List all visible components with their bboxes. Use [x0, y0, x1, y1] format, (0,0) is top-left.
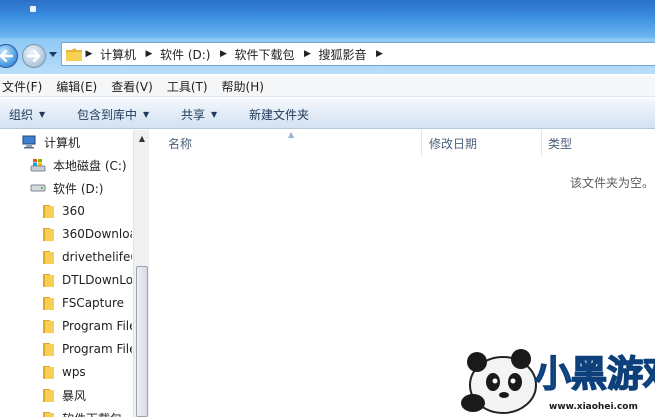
- tree-label: 软件 (D:): [53, 181, 104, 196]
- tree-item-computer[interactable]: 计算机: [22, 131, 80, 153]
- chevron-right-icon[interactable]: ▶: [142, 49, 156, 59]
- tree-label: FSCapture: [62, 296, 125, 310]
- folder-icon: [43, 227, 54, 241]
- column-header-label: 类型: [548, 136, 573, 151]
- tree-label: 暴风: [62, 388, 87, 403]
- breadcrumb-label: 软件 (D:): [160, 47, 211, 62]
- share-button[interactable]: 共享 ▼: [181, 106, 217, 123]
- navigation-pane: 计算机 本地磁盘 (C:) 软件 (D:) 360 360Downloa drive…: [0, 130, 149, 417]
- breadcrumb-current-folder[interactable]: 搜狐影音 ▶: [315, 43, 387, 65]
- tree-label: 本地磁盘 (C:): [53, 158, 127, 173]
- window-menu-icon[interactable]: [30, 6, 36, 12]
- back-button[interactable]: [0, 44, 18, 68]
- folder-icon: [43, 365, 54, 379]
- forward-arrow-icon: [27, 50, 41, 62]
- tree-item-drive-c[interactable]: 本地磁盘 (C:): [30, 154, 127, 176]
- watermark-url: www.xiaohei.com: [549, 402, 638, 412]
- folder-icon: [43, 296, 54, 310]
- scroll-up-arrow-icon[interactable]: ▲: [134, 130, 150, 146]
- breadcrumb-label: 计算机: [100, 47, 137, 62]
- folder-icon: [43, 204, 54, 218]
- folder-icon: [43, 411, 54, 417]
- tree-label: 360: [62, 204, 85, 218]
- menu-help[interactable]: 帮助(H): [220, 78, 270, 95]
- tree-item-folder[interactable]: Program File: [42, 338, 132, 360]
- system-drive-icon: [30, 159, 46, 172]
- menu-bar: 文件(F) 编辑(E) 查看(V) 工具(T) 帮助(H): [0, 76, 655, 97]
- tree-item-folder[interactable]: 360: [42, 200, 132, 222]
- column-header-label: 名称: [168, 136, 193, 151]
- command-bar: 组织 ▼ 包含到库中 ▼ 共享 ▼ 新建文件夹: [0, 98, 655, 129]
- tree-item-folder[interactable]: DTLDownLo: [42, 269, 132, 291]
- navigation-scrollbar[interactable]: ▲: [133, 130, 149, 417]
- folder-icon: [43, 250, 54, 264]
- folder-icon: [43, 342, 54, 356]
- tree-item-folder[interactable]: drivethelife6: [42, 246, 132, 268]
- tree-item-drive-d[interactable]: 软件 (D:): [30, 177, 103, 199]
- chevron-right-icon: ▶: [85, 49, 93, 59]
- breadcrumb-drive-d[interactable]: 软件 (D:) ▶: [156, 43, 230, 65]
- window-titlebar: [0, 0, 655, 38]
- tree-label: wps: [62, 365, 86, 379]
- chevron-down-icon: ▼: [143, 110, 150, 119]
- column-header-label: 修改日期: [429, 136, 478, 151]
- tree-label: drivethelife6: [62, 250, 132, 264]
- drive-icon: [30, 184, 46, 192]
- menu-edit[interactable]: 编辑(E): [54, 78, 103, 95]
- breadcrumb-separator-root[interactable]: ▶: [82, 43, 96, 65]
- empty-folder-message: 该文件夹为空。: [570, 176, 655, 190]
- recent-pages-chevron-icon[interactable]: [49, 52, 57, 58]
- column-header-type[interactable]: 类型: [542, 130, 655, 156]
- breadcrumb-label: 软件下载包: [234, 47, 295, 62]
- address-bar[interactable]: ▶ 计算机 ▶ 软件 (D:) ▶ 软件下载包 ▶ 搜狐影音 ▶: [61, 42, 655, 66]
- tree-item-folder[interactable]: 360Downloa: [42, 223, 132, 245]
- forward-button[interactable]: [22, 44, 46, 68]
- tree-item-folder[interactable]: wps: [42, 361, 132, 383]
- tree-label: 360Downloa: [62, 227, 132, 241]
- share-label: 共享: [181, 108, 206, 122]
- breadcrumb-label: 搜狐影音: [318, 47, 367, 62]
- menu-file[interactable]: 文件(F): [0, 78, 48, 95]
- breadcrumb-computer[interactable]: 计算机 ▶: [96, 43, 156, 65]
- tree-label: 软件下载包: [62, 410, 122, 417]
- chevron-down-icon: ▼: [39, 110, 46, 119]
- folder-icon: [66, 48, 82, 61]
- computer-icon: [22, 135, 36, 149]
- chevron-right-icon[interactable]: ▶: [301, 49, 315, 59]
- tree-item-folder[interactable]: 暴风: [42, 384, 132, 406]
- new-folder-label: 新建文件夹: [249, 108, 310, 122]
- menu-tools[interactable]: 工具(T): [165, 78, 214, 95]
- scroll-thumb[interactable]: [136, 266, 148, 417]
- tree-item-folder[interactable]: FSCapture: [42, 292, 132, 314]
- folder-icon: [43, 273, 54, 287]
- back-arrow-icon: [0, 50, 13, 62]
- organize-button[interactable]: 组织 ▼: [9, 106, 45, 123]
- include-in-library-button[interactable]: 包含到库中 ▼: [77, 106, 149, 123]
- column-header-date-modified[interactable]: 修改日期: [422, 130, 542, 156]
- brand-mark: 小黑游戏: [535, 354, 655, 395]
- new-folder-button[interactable]: 新建文件夹: [249, 106, 309, 123]
- tree-item-folder[interactable]: 软件下载包: [42, 407, 132, 417]
- tree-label: DTLDownLo: [62, 273, 132, 287]
- column-header-name[interactable]: 名称: [150, 130, 422, 156]
- organize-label: 组织: [9, 108, 34, 122]
- tree-item-folder[interactable]: Program File: [42, 315, 132, 337]
- xiaohei-watermark-logo: 小黑游戏 www.xiaohei.com: [461, 349, 655, 414]
- include-in-library-label: 包含到库中: [77, 108, 138, 122]
- chevron-right-icon[interactable]: ▶: [216, 49, 230, 59]
- breadcrumb-download-folder[interactable]: 软件下载包 ▶: [230, 43, 314, 65]
- tree-label: Program File: [62, 319, 132, 333]
- chevron-down-icon: ▼: [211, 110, 218, 119]
- menu-view[interactable]: 查看(V): [109, 78, 159, 95]
- folder-icon: [43, 319, 54, 333]
- tree-label: 计算机: [44, 135, 81, 150]
- chevron-right-icon[interactable]: ▶: [373, 49, 387, 59]
- tree-label: Program File: [62, 342, 132, 356]
- folder-icon: [43, 388, 54, 402]
